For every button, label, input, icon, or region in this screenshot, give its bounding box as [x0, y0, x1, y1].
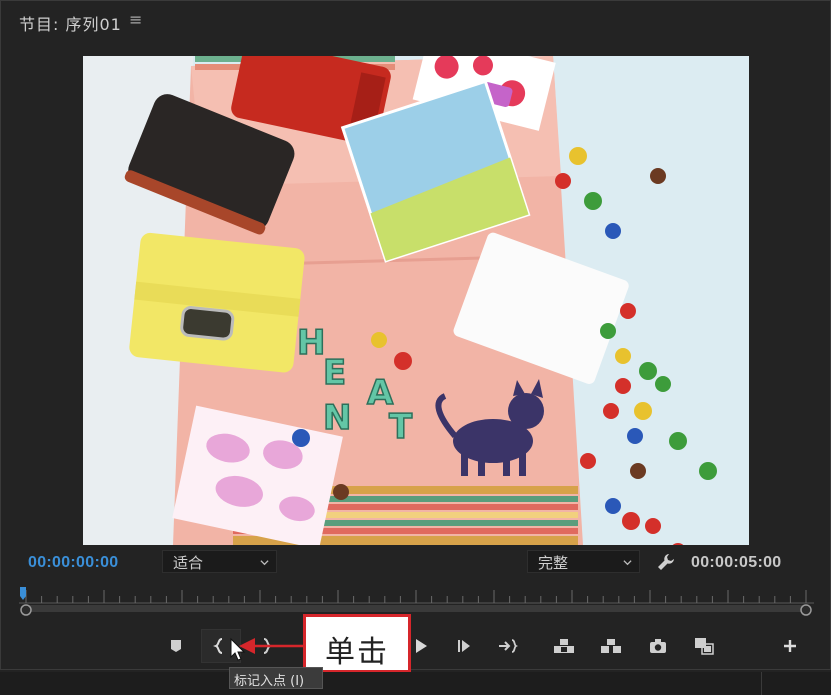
add-marker-button[interactable]: [161, 629, 191, 663]
step-forward-button[interactable]: [449, 629, 479, 663]
bottom-panel-strip: [0, 672, 831, 695]
preview-letter-t: T: [389, 407, 413, 447]
go-to-out-icon: [499, 639, 518, 653]
in-range-handle[interactable]: [20, 604, 32, 616]
playback-resolution-dropdown[interactable]: 完整: [527, 550, 640, 573]
playback-resolution-value: 完整: [538, 554, 569, 572]
callout-text: 单击: [325, 635, 389, 670]
chevron-down-icon: [623, 560, 632, 566]
marker-icon: [171, 640, 181, 652]
go-to-out-button[interactable]: [493, 629, 523, 663]
step-forward-icon: [458, 640, 470, 652]
chevron-down-icon: [260, 560, 269, 566]
lift-button[interactable]: [549, 629, 579, 663]
mark-in-icon: [213, 638, 223, 654]
preview-image: H E A N T: [83, 56, 749, 545]
plus-icon: [784, 640, 796, 652]
button-editor-button[interactable]: [775, 629, 805, 663]
duration-timecode: 00:00:05:00: [691, 554, 782, 571]
panel-header: 节目: 序列01 ≡: [1, 1, 831, 41]
lift-icon: [554, 639, 574, 653]
play-icon: [416, 639, 427, 653]
comparison-icon: [695, 638, 714, 655]
preview-letter-n: N: [323, 398, 351, 438]
panel-title[interactable]: 节目: 序列01: [19, 11, 122, 35]
out-range-handle[interactable]: [800, 604, 812, 616]
time-ruler[interactable]: [19, 586, 814, 616]
program-preview: H E A N T: [83, 56, 749, 545]
preview-letter-h: H: [297, 323, 325, 363]
zoom-level-dropdown[interactable]: 适合: [162, 550, 277, 573]
program-monitor-panel: 节目: 序列01 ≡ H E A N T 00:00:00:00 适合 完整 0…: [0, 0, 831, 670]
zoom-level-value: 适合: [173, 554, 204, 572]
preview-letter-e: E: [323, 353, 346, 393]
monitor-controls-row: 00:00:00:00 适合 完整 00:00:05:00: [1, 546, 831, 578]
transport-controls: [1, 629, 831, 665]
playhead[interactable]: [20, 587, 26, 600]
wrench-icon[interactable]: [656, 552, 676, 572]
extract-icon: [601, 639, 621, 653]
export-frame-button[interactable]: [643, 629, 673, 663]
current-timecode[interactable]: 00:00:00:00: [28, 554, 118, 572]
mark-in-tooltip: 标记入点 (I): [229, 667, 323, 689]
callout-label: 单击: [303, 614, 411, 673]
extract-button[interactable]: [596, 629, 626, 663]
mouse-cursor-icon: [230, 637, 246, 661]
hamburger-icon[interactable]: ≡: [129, 10, 142, 29]
callout-arrow: [230, 637, 305, 661]
camera-icon: [650, 639, 666, 653]
comparison-view-button[interactable]: [689, 629, 719, 663]
